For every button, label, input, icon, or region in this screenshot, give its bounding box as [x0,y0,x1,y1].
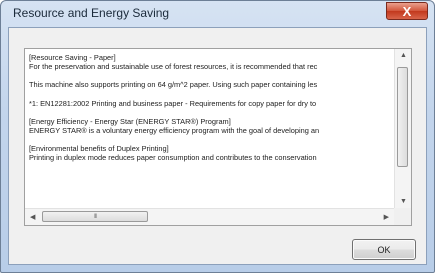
info-text-box[interactable]: [Resource Saving - Paper] For the preser… [24,48,412,226]
ok-button[interactable]: OK [352,239,416,260]
info-text-content: [Resource Saving - Paper] For the preser… [25,49,394,208]
paragraph-64gsm: This machine also supports printing on 6… [29,80,394,89]
text-line: [Resource Saving - Paper] [29,53,116,62]
paragraph-energy-star: [Energy Efficiency - Energy Star (ENERGY… [29,117,394,135]
text-line: [Environmental benefits of Duplex Printi… [29,144,169,154]
text-line: For the preservation and sustainable use… [29,62,318,72]
scroll-right-arrow-icon[interactable]: ▶ [384,213,389,221]
paragraph-en12281: *1: EN12281:2002 Printing and business p… [29,99,394,108]
dialog-window: Resource and Energy Saving X [Resource S… [0,0,435,273]
title-bar[interactable]: Resource and Energy Saving X [1,1,434,27]
text-line: ENERGY STAR® is a voluntary energy effic… [29,126,320,136]
paragraph-resource-saving: [Resource Saving - Paper] For the preser… [29,53,394,71]
close-icon: X [402,3,412,19]
scrollbar-corner [394,208,411,225]
grip-icon: III [93,213,97,220]
close-button[interactable]: X [386,2,428,20]
horizontal-scrollbar[interactable]: ◀ III ▶ [25,208,394,225]
scroll-up-arrow-icon[interactable]: ▲ [400,52,407,59]
text-line: Printing in duplex mode reduces paper co… [29,153,317,163]
vertical-scrollbar[interactable]: ▲ ▼ [394,49,411,208]
paragraph-duplex: [Environmental benefits of Duplex Printi… [29,144,394,162]
text-line: [Energy Efficiency - Energy Star (ENERGY… [29,116,231,126]
vertical-scroll-thumb[interactable] [397,67,408,167]
horizontal-scroll-thumb[interactable]: III [42,211,148,222]
window-title: Resource and Energy Saving [13,6,170,20]
scroll-left-arrow-icon[interactable]: ◀ [30,213,35,221]
text-line: *1: EN12281:2002 Printing and business p… [29,98,317,108]
dialog-client-area: [Resource Saving - Paper] For the preser… [8,27,427,265]
text-line: This machine also supports printing on 6… [29,80,318,90]
scroll-down-arrow-icon[interactable]: ▼ [400,198,407,205]
